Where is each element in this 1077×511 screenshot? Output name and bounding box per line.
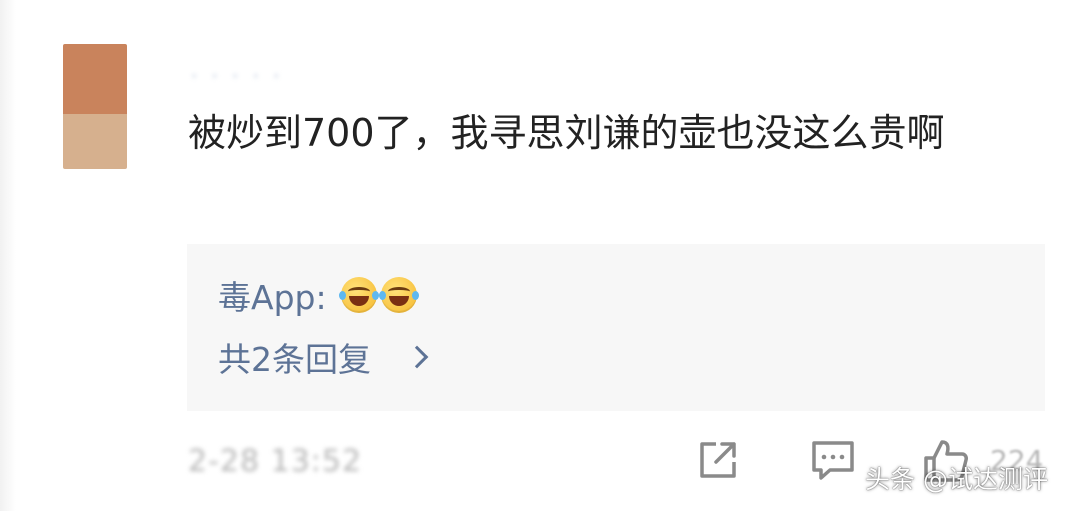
avatar[interactable] bbox=[63, 44, 127, 169]
share-icon bbox=[700, 442, 736, 478]
watermark: 头条 @试达测评 bbox=[865, 465, 1048, 494]
view-replies-link[interactable]: 共2条回复 bbox=[218, 333, 429, 381]
share-button[interactable] bbox=[696, 438, 740, 486]
chevron-right-icon bbox=[405, 345, 429, 369]
comment-timestamp: 2-28 13:52 bbox=[188, 444, 363, 479]
avatar-bottom bbox=[63, 114, 127, 169]
left-edge-shade bbox=[0, 0, 16, 511]
laugh-cry-emoji bbox=[338, 277, 379, 313]
comment-button[interactable] bbox=[810, 438, 856, 486]
comment-icon bbox=[812, 441, 854, 480]
comment-text: 被炒到700了，我寻思刘谦的壶也没这么贵啊 bbox=[188, 111, 945, 155]
laugh-cry-emoji bbox=[378, 277, 419, 313]
avatar-top bbox=[63, 44, 127, 114]
reply-box[interactable] bbox=[187, 244, 1045, 411]
reply-preview[interactable]: 毒App: bbox=[218, 271, 421, 319]
reply-username[interactable]: 毒App: bbox=[218, 271, 327, 319]
comment-username[interactable]: · · · · · bbox=[190, 62, 282, 92]
view-replies-label: 共2条回复 bbox=[218, 340, 371, 379]
